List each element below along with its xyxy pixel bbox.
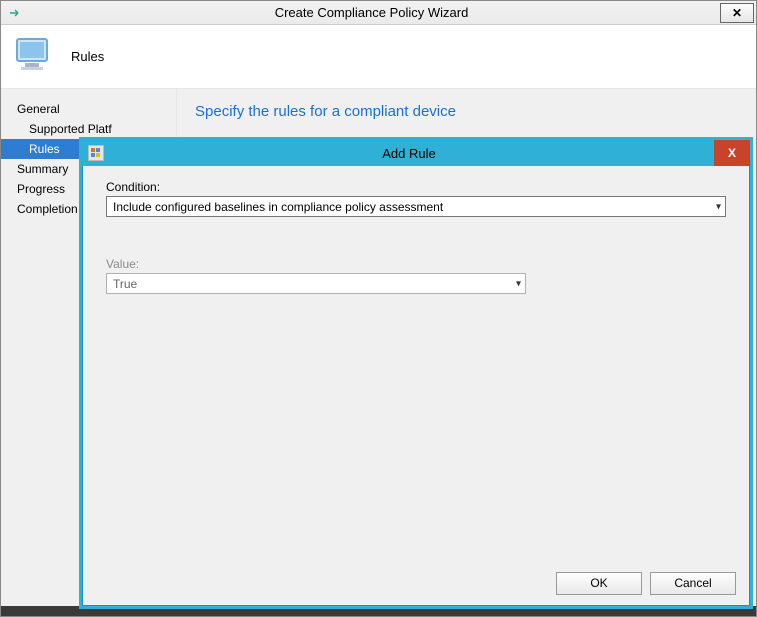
sidebar-item-label: Summary	[17, 162, 68, 176]
condition-label: Condition:	[106, 180, 726, 194]
sidebar-item-label: Rules	[29, 142, 60, 156]
condition-value: Include configured baselines in complian…	[113, 200, 443, 214]
wizard-titlebar: Create Compliance Policy Wizard ✕	[1, 1, 756, 25]
wizard-header-label: Rules	[71, 49, 104, 64]
value-select[interactable]: True ▾	[106, 273, 526, 294]
dialog-titlebar: Add Rule X	[82, 140, 750, 166]
chevron-down-icon: ▾	[516, 278, 521, 289]
wizard-app-icon	[5, 4, 23, 22]
value-label: Value:	[106, 257, 726, 271]
dialog-body: Condition: Include configured baselines …	[82, 166, 750, 560]
wizard-close-button[interactable]: ✕	[720, 3, 754, 23]
button-label: OK	[590, 576, 607, 590]
wizard-header: Rules	[1, 25, 756, 89]
close-icon: ✕	[732, 6, 742, 20]
add-rule-dialog: Add Rule X Condition: Include configured…	[79, 137, 753, 609]
monitor-icon	[11, 33, 59, 81]
sidebar-item-platforms[interactable]: Supported Platf	[1, 119, 176, 139]
dialog-close-button[interactable]: X	[714, 140, 750, 166]
wizard-title: Create Compliance Policy Wizard	[23, 5, 720, 20]
ok-button[interactable]: OK	[556, 572, 642, 595]
dialog-footer: OK Cancel	[82, 560, 750, 606]
close-icon: X	[728, 146, 736, 160]
cancel-button[interactable]: Cancel	[650, 572, 736, 595]
button-label: Cancel	[674, 576, 711, 590]
sidebar-item-label: Completion	[17, 202, 78, 216]
sidebar-item-general[interactable]: General	[1, 99, 176, 119]
wizard-window: Create Compliance Policy Wizard ✕ Rules …	[0, 0, 757, 617]
sidebar-item-label: Supported Platf	[29, 122, 112, 136]
dialog-title: Add Rule	[104, 146, 714, 161]
sidebar-item-label: Progress	[17, 182, 65, 196]
sidebar-item-label: General	[17, 102, 60, 116]
content-heading: Specify the rules for a compliant device	[195, 103, 738, 120]
chevron-down-icon: ▾	[716, 201, 721, 212]
dialog-app-icon	[88, 145, 104, 161]
value-value: True	[113, 277, 137, 291]
condition-select[interactable]: Include configured baselines in complian…	[106, 196, 726, 217]
